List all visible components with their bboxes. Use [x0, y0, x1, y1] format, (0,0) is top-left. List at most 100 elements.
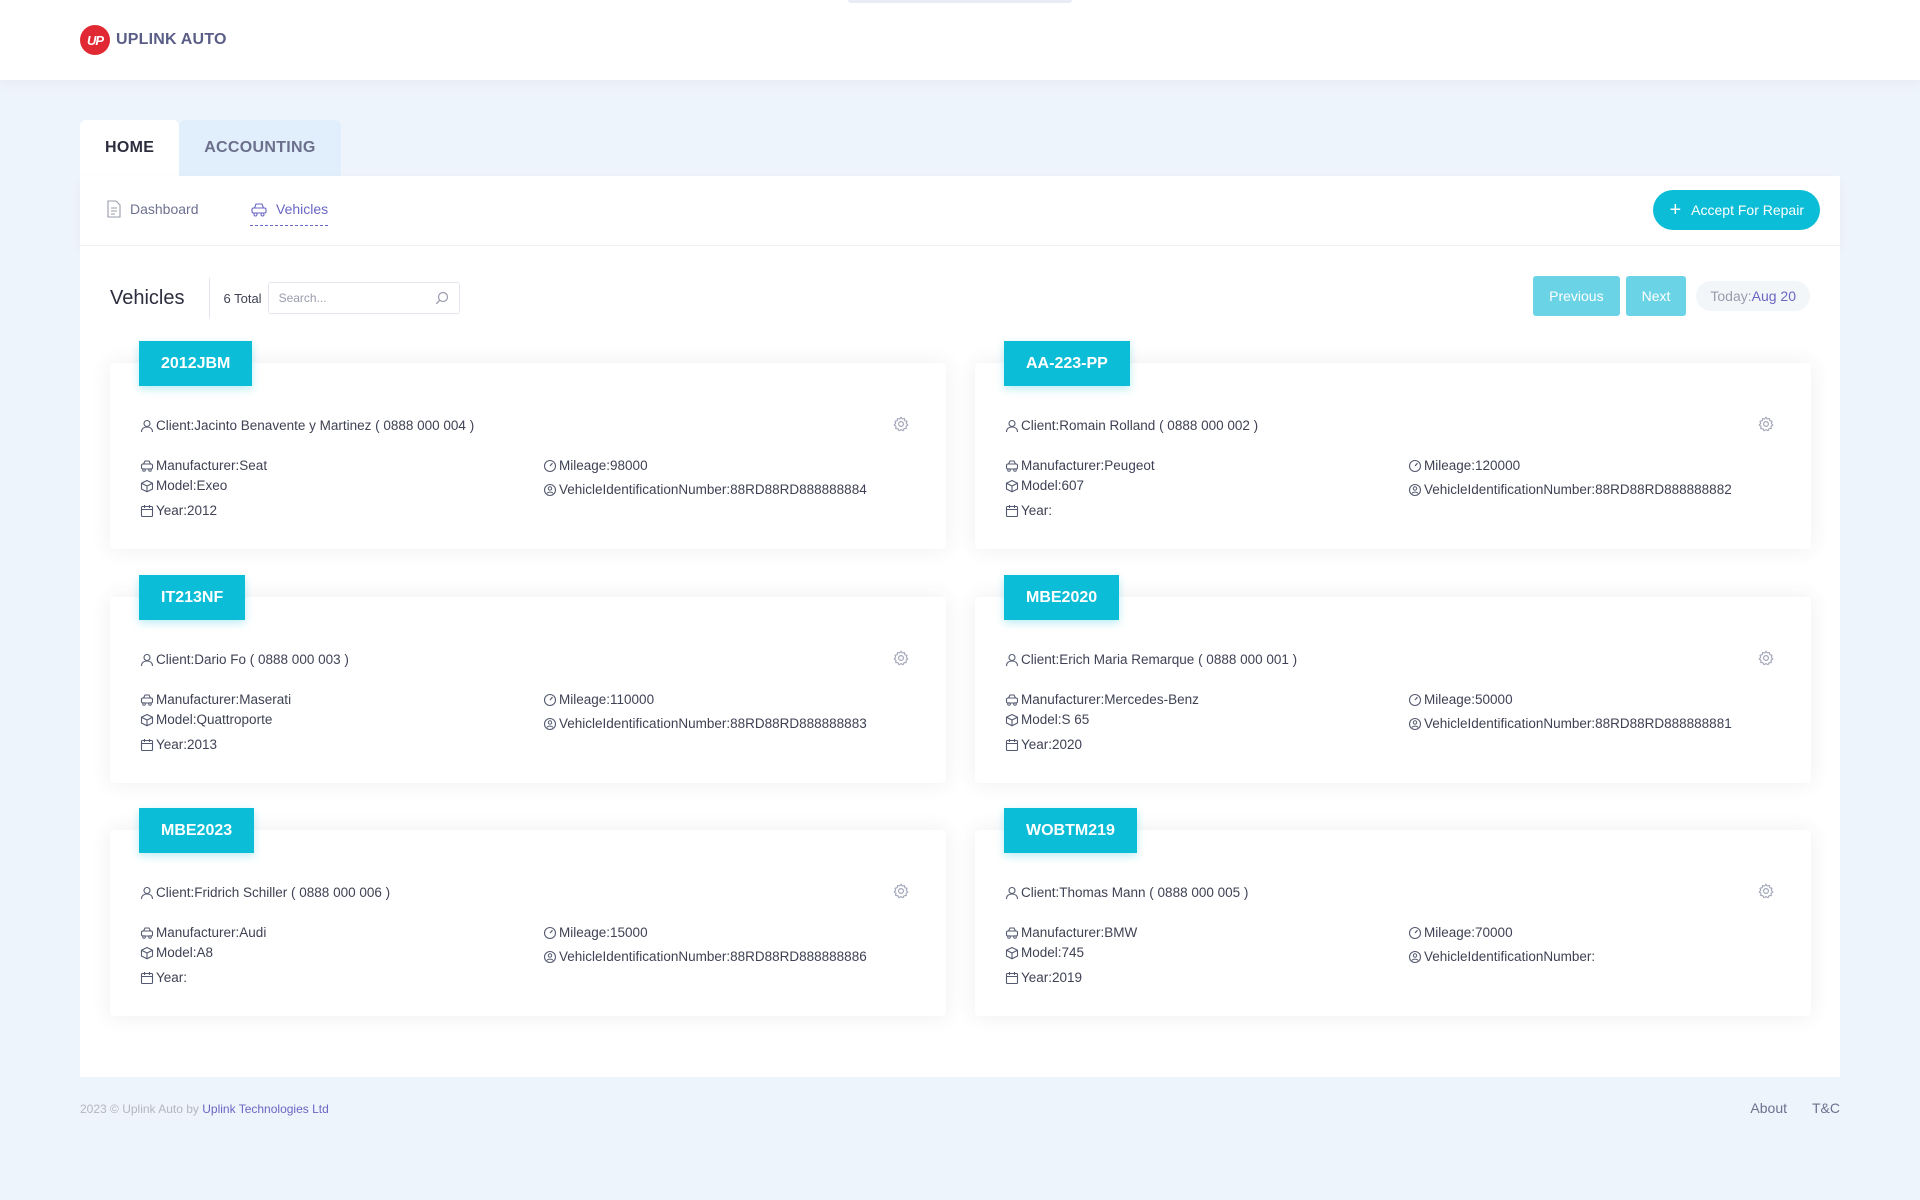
- model-row-label: Model:: [1021, 478, 1062, 493]
- client-row-value: Thomas Mann ( 0888 000 005 ): [1059, 885, 1249, 900]
- license-plate[interactable]: IT213NF: [139, 575, 246, 620]
- box-icon: [1005, 946, 1019, 960]
- mileage-row-label: Mileage:: [559, 925, 611, 940]
- year-row-label: Year:: [1021, 503, 1053, 518]
- header-notch: [848, 0, 1072, 3]
- manufacturer-row-value: Peugeot: [1104, 458, 1155, 473]
- vehicle-card[interactable]: IT213NF Client: Dario Fo ( 0888 000 003 )…: [110, 575, 946, 783]
- mileage-row-value: 98000: [610, 458, 648, 473]
- vehicle-card[interactable]: WOBTM219 Client: Thomas Mann ( 0888 000 0…: [975, 808, 1811, 1016]
- model-row-label: Model:: [1021, 945, 1062, 960]
- vin-row: VehicleIdentificationNumber: 88RD88RD888…: [1408, 482, 1732, 497]
- accept-for-repair-button[interactable]: + Accept For Repair: [1653, 190, 1820, 230]
- license-plate[interactable]: AA-223-PP: [1004, 341, 1130, 386]
- company-link[interactable]: Uplink Technologies Ltd: [202, 1102, 329, 1116]
- settings-gear-icon[interactable]: [1758, 650, 1774, 671]
- id-icon: [1408, 717, 1422, 731]
- mileage-row-value: 50000: [1475, 692, 1513, 707]
- today-label: Today:: [1710, 288, 1752, 304]
- mileage-row-value: 70000: [1475, 925, 1513, 940]
- subnav-item-vehicles[interactable]: Vehicles: [250, 200, 329, 226]
- year-row-value: 2019: [1052, 970, 1083, 985]
- settings-gear-icon[interactable]: [1758, 416, 1774, 437]
- box-icon: [140, 479, 154, 493]
- client-row: Client: Jacinto Benavente y Martinez ( 0…: [140, 418, 474, 433]
- subnav-item-dashboard[interactable]: Dashboard: [106, 200, 199, 225]
- year-row-label: Year:: [156, 970, 188, 985]
- manufacturer-row-label: Manufacturer:: [1021, 692, 1105, 707]
- license-plate[interactable]: MBE2023: [139, 808, 255, 853]
- manufacturer-row-label: Manufacturer:: [156, 692, 240, 707]
- next-button[interactable]: Next: [1625, 276, 1687, 316]
- previous-button[interactable]: Previous: [1533, 276, 1620, 316]
- year-row: Year: 2020: [1005, 737, 1082, 752]
- settings-gear-icon[interactable]: [1758, 883, 1774, 904]
- tab-accounting[interactable]: ACCOUNTING: [179, 120, 341, 176]
- search-input[interactable]: [278, 291, 429, 305]
- year-row-value: 2012: [187, 503, 218, 518]
- mileage-row: Mileage: 110000: [543, 692, 654, 707]
- tab-home[interactable]: HOME: [80, 120, 180, 176]
- id-icon: [543, 950, 557, 964]
- cars-icon: [140, 693, 154, 707]
- manufacturer-row: Manufacturer: BMW: [1005, 925, 1137, 940]
- search-icon[interactable]: [435, 291, 449, 305]
- search-box: [267, 282, 460, 314]
- manufacturer-row-label: Manufacturer:: [1021, 925, 1105, 940]
- box-icon: [1005, 713, 1019, 727]
- cars-icon: [1005, 926, 1019, 940]
- manufacturer-row-label: Manufacturer:: [156, 925, 240, 940]
- top-header: UP UPLINK AUTO: [0, 0, 1920, 80]
- license-plate[interactable]: 2012JBM: [139, 341, 253, 386]
- terms-link[interactable]: T&C: [1812, 1100, 1840, 1116]
- id-icon: [543, 717, 557, 731]
- id-icon: [1408, 483, 1422, 497]
- id-icon: [543, 483, 557, 497]
- brand-name: UPLINK AUTO: [116, 31, 227, 48]
- vin-row-label: VehicleIdentificationNumber:: [559, 716, 731, 731]
- license-plate[interactable]: WOBTM219: [1004, 808, 1137, 853]
- vehicle-card[interactable]: 2012JBM Client: Jacinto Benavente y Marti…: [110, 341, 946, 549]
- settings-gear-icon[interactable]: [893, 650, 909, 671]
- model-row: Model: Exeo: [140, 478, 227, 493]
- mileage-row-value: 15000: [610, 925, 648, 940]
- year-row-label: Year:: [156, 737, 188, 752]
- model-row-label: Model:: [156, 478, 197, 493]
- calendar-icon: [140, 971, 154, 985]
- license-plate[interactable]: MBE2020: [1004, 575, 1120, 620]
- user-icon: [140, 886, 154, 900]
- mileage-row: Mileage: 50000: [1408, 692, 1513, 707]
- year-row-value: 2013: [187, 737, 218, 752]
- about-link[interactable]: About: [1750, 1100, 1787, 1116]
- vehicle-card[interactable]: MBE2020 Client: Erich Maria Remarque ( 08…: [975, 575, 1811, 783]
- vehicles-icon: [251, 203, 267, 217]
- model-row-label: Model:: [156, 712, 197, 727]
- settings-gear-icon[interactable]: [893, 883, 909, 904]
- vin-row-value: 88RD88RD888888883: [730, 716, 867, 731]
- model-row-label: Model:: [156, 945, 197, 960]
- subnav-item-label: Dashboard: [130, 201, 199, 217]
- model-row-value: S 65: [1061, 712, 1090, 727]
- year-row: Year:: [1005, 503, 1052, 518]
- year-row-value: 2020: [1052, 737, 1083, 752]
- vin-row-value: 88RD88RD888888886: [730, 949, 867, 964]
- cars-icon: [140, 926, 154, 940]
- model-row-value: A8: [196, 945, 214, 960]
- mileage-row-label: Mileage:: [1424, 458, 1476, 473]
- settings-gear-icon[interactable]: [893, 416, 909, 437]
- cars-icon: [140, 459, 154, 473]
- user-icon: [140, 419, 154, 433]
- vin-row: VehicleIdentificationNumber: 88RD88RD888…: [543, 716, 867, 731]
- client-row: Client: Erich Maria Remarque ( 0888 000 …: [1005, 652, 1297, 667]
- mileage-row: Mileage: 98000: [543, 458, 648, 473]
- manufacturer-row: Manufacturer: Mercedes-Benz: [1005, 692, 1199, 707]
- vehicle-card[interactable]: MBE2023 Client: Fridrich Schiller ( 0888 …: [110, 808, 946, 1016]
- vin-row: VehicleIdentificationNumber: 88RD88RD888…: [543, 482, 867, 497]
- manufacturer-row-value: Seat: [239, 458, 268, 473]
- mileage-row-label: Mileage:: [559, 458, 611, 473]
- vehicle-card[interactable]: AA-223-PP Client: Romain Rolland ( 0888 0…: [975, 341, 1811, 549]
- vin-row-label: VehicleIdentificationNumber:: [559, 949, 731, 964]
- vin-row-value: 88RD88RD888888881: [1595, 716, 1732, 731]
- brand[interactable]: UP UPLINK AUTO: [80, 25, 227, 55]
- client-row-value: Erich Maria Remarque ( 0888 000 001 ): [1059, 652, 1298, 667]
